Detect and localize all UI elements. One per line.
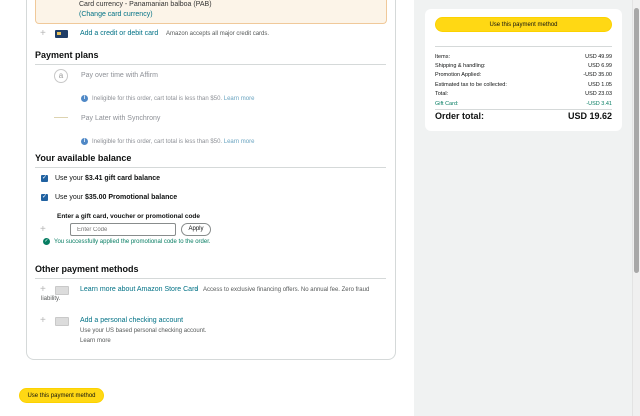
- scrollbar-thumb[interactable]: [634, 8, 639, 273]
- affirm-plan-label: Pay over time with Affirm: [81, 72, 158, 79]
- summary-row-tax: Estimated tax to be collected: USD 1.05: [435, 82, 612, 88]
- promo-code-input[interactable]: [70, 223, 176, 236]
- store-card-icon: [55, 286, 69, 295]
- summary-row-gift-card: Gift Card: -USD 3.41: [435, 101, 612, 107]
- promo-balance-label: Use your $35.00 Promotional balance: [55, 194, 178, 201]
- info-icon: i: [81, 95, 88, 102]
- promo-balance-checkbox[interactable]: ✓: [41, 194, 48, 201]
- add-credit-card-link[interactable]: Add a credit or debit card: [80, 30, 158, 37]
- order-summary-box: Use this payment method Items: USD 49.99 …: [425, 9, 622, 131]
- apply-code-button[interactable]: Apply: [181, 223, 211, 236]
- chevron-right-icon: ›: [196, 287, 198, 293]
- info-icon: i: [81, 138, 88, 145]
- summary-order-total: Order total: USD 19.62: [435, 111, 612, 121]
- gift-card-balance-label: Use your $3.41 gift card balance: [55, 175, 161, 182]
- synchrony-icon: [54, 117, 68, 121]
- affirm-ineligible-text: Ineligible for this order, cart total is…: [92, 96, 255, 102]
- synchrony-plan-label: Pay Later with Synchrony: [81, 115, 161, 122]
- summary-row-total: Total: USD 23.03: [435, 91, 612, 97]
- divider: [35, 167, 386, 168]
- use-payment-method-button[interactable]: Use this payment method: [435, 17, 612, 32]
- divider: [435, 46, 612, 47]
- gift-card-balance-checkbox[interactable]: ✓: [41, 175, 48, 182]
- card-currency-text: Card currency - Panamanian balboa (PAB): [79, 1, 212, 8]
- use-payment-method-button-bottom[interactable]: Use this payment method: [19, 388, 104, 403]
- check-circle-icon: ✓: [43, 238, 50, 245]
- synchrony-learn-more-link[interactable]: Learn more: [224, 139, 255, 145]
- checking-account-link[interactable]: Add a personal checking account: [80, 317, 183, 324]
- summary-row-items: Items: USD 49.99: [435, 54, 612, 60]
- change-card-currency-link[interactable]: (Change card currency): [79, 11, 153, 18]
- plus-icon: +: [40, 315, 46, 326]
- store-card-link[interactable]: Learn more about Amazon Store Card: [80, 286, 198, 293]
- summary-row-shipping: Shipping & handling: USD 6.99: [435, 63, 612, 69]
- add-card-note: Amazon accepts all major credit cards.: [166, 31, 270, 37]
- divider: [435, 109, 612, 110]
- summary-row-promotion: Promotion Applied: -USD 35.00: [435, 72, 612, 78]
- store-card-desc-cont: liability.: [41, 296, 61, 302]
- available-balance-title: Your available balance: [35, 153, 132, 163]
- plus-icon: +: [40, 284, 46, 295]
- promo-code-label: Enter a gift card, voucher or promotiona…: [57, 213, 201, 220]
- divider: [35, 278, 386, 279]
- divider: [35, 64, 386, 65]
- plus-icon: +: [40, 28, 46, 39]
- checking-learn-more-link[interactable]: Learn more: [80, 338, 111, 344]
- store-card-desc: Access to exclusive financing offers. No…: [203, 287, 370, 293]
- affirm-learn-more-link[interactable]: Learn more: [224, 96, 255, 102]
- card-icon: [55, 30, 68, 38]
- payment-plans-title: Payment plans: [35, 50, 99, 60]
- synchrony-ineligible-text: Ineligible for this order, cart total is…: [92, 139, 255, 145]
- affirm-icon: a: [54, 69, 68, 83]
- plus-icon: +: [40, 224, 46, 235]
- page-scrollbar[interactable]: [632, 0, 640, 416]
- checking-account-desc: Use your US based personal checking acco…: [80, 328, 207, 334]
- other-methods-title: Other payment methods: [35, 264, 139, 274]
- checking-account-icon: [55, 317, 69, 326]
- promo-success-message: You successfully applied the promotional…: [54, 239, 211, 245]
